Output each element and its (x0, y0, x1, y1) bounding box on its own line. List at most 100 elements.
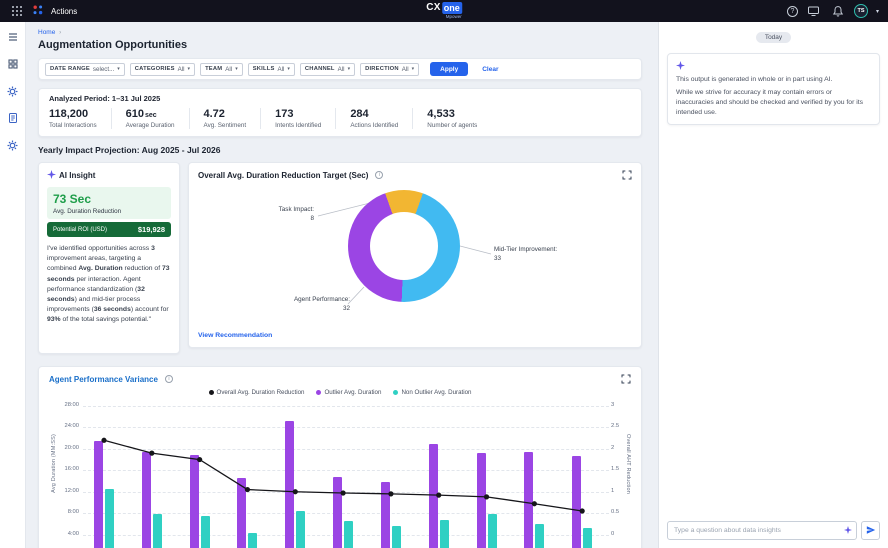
stat-label: Avg. Sentiment (204, 122, 247, 129)
filter-label: DIRECTION (365, 66, 399, 72)
y-axis-label-right: Overall AHT Reduction (625, 434, 631, 494)
filter-date-range[interactable]: DATE RANGE select... ▾ (45, 63, 125, 76)
legend-dot (316, 390, 321, 395)
filter-direction[interactable]: DIRECTION All ▾ (360, 63, 419, 76)
sparkle-icon (676, 63, 685, 72)
nav-gear-icon[interactable] (5, 83, 21, 99)
left-nav-rail (0, 22, 26, 548)
nav-report-icon[interactable] (5, 110, 21, 126)
legend-label: Non Outlier Avg. Duration (401, 389, 471, 396)
chevron-down-icon: ▾ (348, 66, 351, 72)
donut-label-task-impact: Task Impact:8 (226, 206, 314, 223)
stat-value: 173 (275, 108, 293, 120)
breadcrumb-separator: › (59, 29, 61, 36)
roi-label: Potential ROI (USD) (53, 227, 107, 233)
nav-menu-icon[interactable] (5, 29, 21, 45)
filter-categories[interactable]: CATEGORIES All ▾ (130, 63, 195, 76)
legend-dot (209, 390, 214, 395)
info-icon[interactable]: i (375, 171, 383, 179)
disclaimer-line-2: While we strive for accuracy it may cont… (676, 88, 871, 118)
legend-dot (393, 390, 398, 395)
variance-chart: Avg Duration (MM:SS) Overall AHT Reducti… (49, 406, 631, 548)
app-name[interactable]: Actions (51, 7, 77, 16)
variance-plot: 28:0024:0020:0016:0012:008:004:0032.521.… (83, 406, 609, 548)
topbar: Actions CX one Mpower ? TS ▾ (0, 0, 888, 22)
avatar[interactable]: TS (854, 4, 868, 18)
apply-button[interactable]: Apply (430, 62, 468, 76)
stat-value: 4,533 (427, 108, 455, 120)
donut-label-agent-performance: Agent Performance:32 (246, 296, 350, 313)
stat-value: 118,200 (49, 108, 88, 120)
sparkle-icon (47, 170, 56, 181)
info-icon[interactable]: i (165, 375, 173, 383)
logo-cx-text: CX (426, 3, 441, 13)
stat-actions-identified: 284 Actions Identified (335, 108, 412, 129)
donut-chart: Task Impact:8 Mid-Tier Improvement:33 Ag… (198, 182, 632, 330)
duration-target-card: Overall Avg. Duration Reduction Target (… (188, 162, 642, 348)
filter-bar: DATE RANGE select... ▾ CATEGORIES All ▾ … (38, 58, 642, 80)
ai-insight-title: AI Insight (59, 171, 95, 180)
stat-average-duration: 610sec Average Duration (111, 108, 189, 129)
breadcrumb: Home › (38, 29, 642, 36)
sparkle-icon (844, 526, 852, 536)
stat-value: 284 (350, 108, 368, 120)
legend-non-outlier-duration[interactable]: Non Outlier Avg. Duration (393, 389, 471, 396)
ai-insight-card: AI Insight 73 Sec Avg. Duration Reductio… (38, 162, 180, 354)
breadcrumb-home-link[interactable]: Home (38, 29, 55, 36)
cxone-logo: CX one Mpower (426, 2, 462, 20)
stats-row: 118,200 Total Interactions 610sec Averag… (49, 108, 631, 129)
agent-performance-variance-card: Agent Performance Variance i Overall Avg… (38, 366, 642, 548)
reduction-highlight: 73 Sec Avg. Duration Reduction (47, 187, 171, 219)
send-button[interactable] (861, 521, 880, 540)
duration-target-title: Overall Avg. Duration Reduction Target (… (198, 171, 368, 180)
projection-heading: Yearly Impact Projection: Aug 2025 - Jul… (38, 145, 642, 155)
filter-label: SKILLS (253, 66, 275, 72)
today-badge: Today (756, 32, 791, 43)
filter-value: select... (93, 66, 114, 73)
logo-one-badge: one (442, 2, 462, 14)
app-launcher-icon[interactable] (9, 3, 25, 19)
help-icon[interactable]: ? (787, 6, 798, 17)
filter-channel[interactable]: CHANNEL All ▾ (300, 63, 355, 76)
view-recommendation-link[interactable]: View Recommendation (198, 332, 272, 339)
ai-assistant-panel: Today This output is generated in whole … (658, 22, 888, 548)
notifications-bell-icon[interactable] (830, 3, 846, 19)
chevron-down-icon: ▾ (188, 66, 191, 72)
legend-outlier-duration[interactable]: Outlier Avg. Duration (316, 389, 381, 396)
filter-label: CATEGORIES (135, 66, 175, 72)
ai-disclaimer-card: This output is generated in whole or in … (667, 53, 880, 125)
chevron-down-icon: ▾ (235, 66, 238, 72)
stat-unit: sec (145, 112, 157, 119)
filter-skills[interactable]: SKILLS All ▾ (248, 63, 295, 76)
page-title: Augmentation Opportunities (38, 39, 642, 51)
nav-dashboard-icon[interactable] (5, 56, 21, 72)
filter-value: All (225, 66, 232, 73)
chat-input[interactable] (667, 521, 857, 540)
variance-title: Agent Performance Variance (49, 375, 158, 384)
y-axis-label-left: Avg Duration (MM:SS) (51, 434, 57, 493)
variance-line-svg (83, 406, 609, 548)
stat-intents-identified: 173 Intents Identified (260, 108, 335, 129)
clear-button[interactable]: Clear (482, 66, 498, 73)
roi-value: $19,928 (138, 225, 165, 234)
roi-bar: Potential ROI (USD) $19,928 (47, 222, 171, 237)
logo-mpower-text: Mpower (446, 15, 462, 20)
ai-insight-body: I've identified opportunities across 3 i… (47, 244, 171, 326)
reduction-label: Avg. Duration Reduction (53, 208, 165, 215)
monitor-icon[interactable] (806, 3, 822, 19)
nav-settings-icon[interactable] (5, 137, 21, 153)
chevron-down-icon[interactable]: ▾ (876, 8, 879, 15)
legend-overall-reduction[interactable]: Overall Avg. Duration Reduction (209, 389, 305, 396)
donut-label-mid-tier: Mid-Tier Improvement:33 (494, 246, 604, 263)
expand-icon[interactable] (622, 170, 632, 180)
chart-legend: Overall Avg. Duration Reduction Outlier … (49, 389, 631, 396)
stat-value: 610 (126, 108, 144, 120)
filter-team[interactable]: TEAM All ▾ (200, 63, 243, 76)
expand-icon[interactable] (621, 374, 631, 384)
chevron-down-icon: ▾ (287, 66, 290, 72)
stat-label: Intents Identified (275, 122, 321, 129)
stat-value: 4.72 (204, 108, 225, 120)
analyzed-period-card: Analyzed Period: 1–31 Jul 2025 118,200 T… (38, 88, 642, 137)
legend-label: Outlier Avg. Duration (324, 389, 381, 396)
stat-avg-sentiment: 4.72 Avg. Sentiment (189, 108, 261, 129)
